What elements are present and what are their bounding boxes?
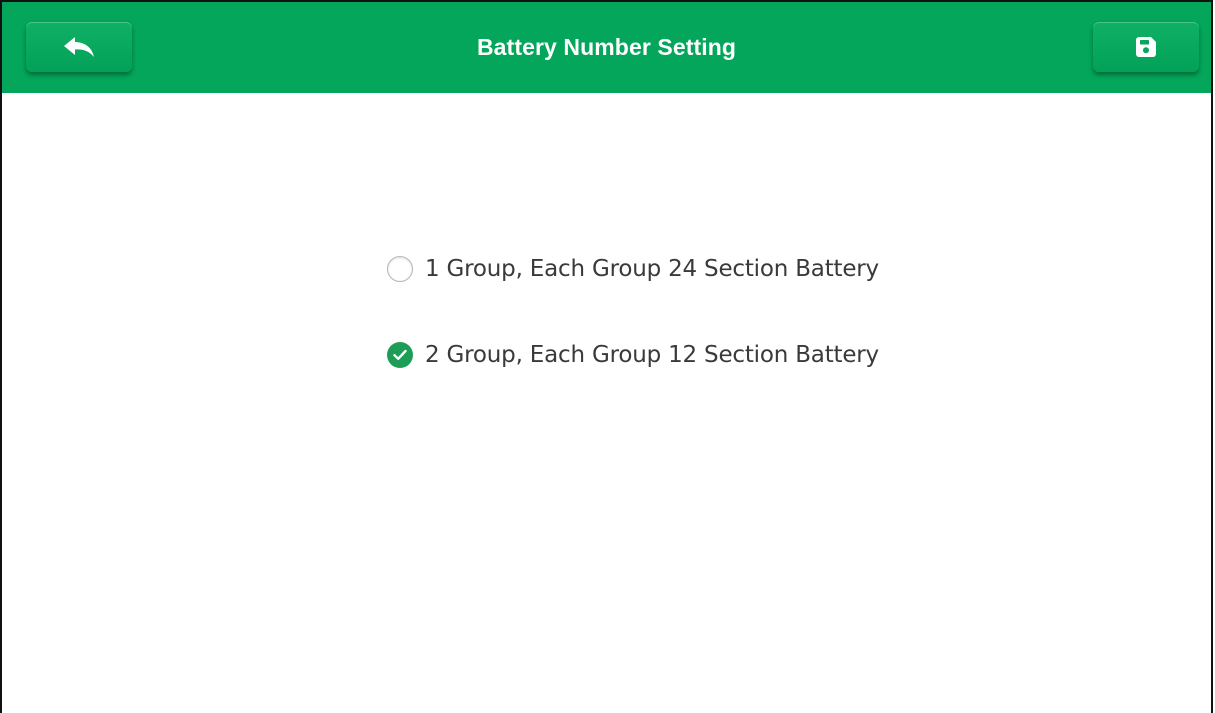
app-window: Battery Number Setting 1 Group, Each Gro… [0, 0, 1213, 713]
page-title: Battery Number Setting [476, 34, 737, 60]
save-button[interactable] [1093, 22, 1199, 72]
back-button[interactable] [26, 22, 132, 72]
option-label: 1 Group, Each Group 24 Section Battery [425, 256, 879, 282]
option-1-group-24-section[interactable]: 1 Group, Each Group 24 Section Battery [387, 252, 879, 286]
radio-checked-icon[interactable] [387, 342, 413, 368]
back-arrow-icon [63, 36, 95, 58]
option-label: 2 Group, Each Group 12 Section Battery [425, 342, 879, 368]
radio-unchecked-icon[interactable] [387, 256, 413, 282]
save-floppy-icon [1136, 37, 1156, 57]
battery-options-group: 1 Group, Each Group 24 Section Battery 2… [387, 252, 879, 424]
header-bar: Battery Number Setting [2, 2, 1211, 93]
option-2-group-12-section[interactable]: 2 Group, Each Group 12 Section Battery [387, 338, 879, 372]
